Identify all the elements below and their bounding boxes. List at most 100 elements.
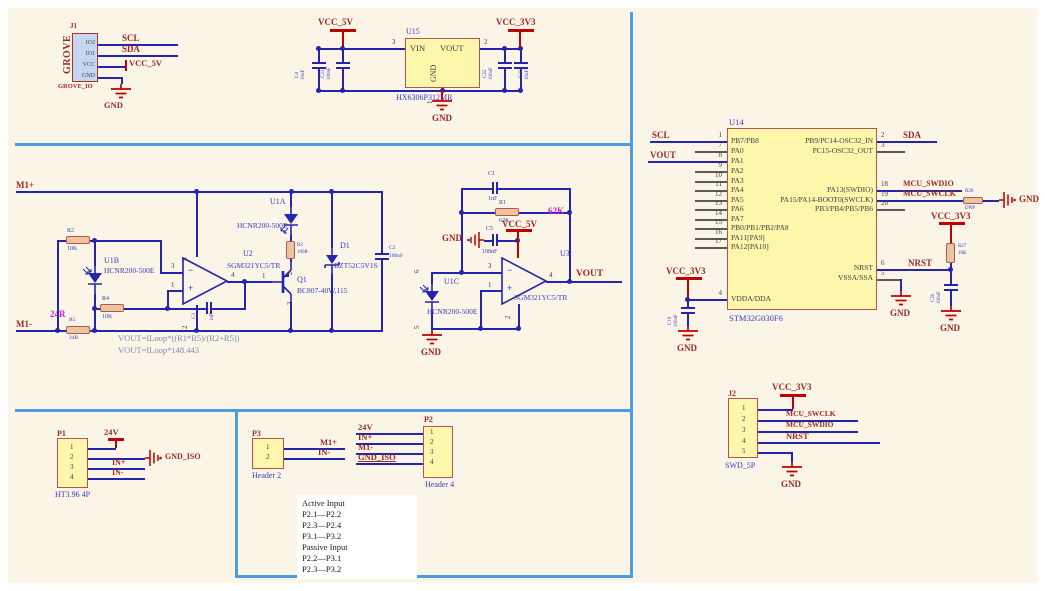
wire [290, 302, 292, 330]
wire [900, 279, 902, 291]
j1-pin-io1: IO1 [80, 51, 95, 57]
j2-pin: 3 [742, 427, 746, 434]
net-nrst-mcu: NRST [908, 259, 932, 268]
p2-pin: 2 [430, 439, 434, 446]
p2-pin: 3 [430, 449, 434, 456]
u14-pin-num: 9 [700, 162, 722, 169]
p1-part: HT3.96 4P [55, 491, 90, 499]
u15-pin3-num: 3 [392, 39, 396, 46]
wire [877, 141, 937, 143]
junction-dot [194, 189, 199, 194]
wire [57, 240, 66, 242]
u14-pin-num: 17 [700, 238, 722, 245]
u14-pin-name: PA3 [731, 177, 744, 185]
capacitor-plate [944, 284, 958, 286]
wire [98, 66, 126, 68]
net-inm-p3: IN- [318, 448, 330, 457]
c5-val: 100nF [482, 249, 497, 255]
p2-pin: 4 [430, 459, 434, 466]
u14-pin-num: 20 [881, 200, 888, 207]
u1c-pin6-num: 6 [414, 270, 421, 274]
wire [462, 188, 492, 190]
junction-dot [316, 46, 321, 51]
u2-ref: U2 [243, 250, 253, 258]
divider-horizontal-top [15, 143, 633, 146]
u1a-ref: U1A [270, 198, 286, 206]
j2-pin: 2 [742, 416, 746, 423]
wire [160, 272, 183, 274]
wire [758, 442, 880, 444]
wire [695, 247, 727, 249]
gnd-label-j1: GND [104, 101, 123, 110]
d1-part: BZT52C5V1S [334, 262, 378, 270]
u2-plus: + [188, 284, 193, 293]
resistor-r4[interactable] [100, 304, 124, 312]
rail-vcc5v-u15: VCC_5V [318, 18, 353, 27]
net-24v-p1: 24V [104, 428, 119, 437]
u15-vin-label: VIN [410, 44, 425, 53]
wire [498, 188, 570, 190]
c23-val: 10uF [525, 70, 530, 80]
j1-ref: J1 [70, 23, 77, 30]
u15-ref: U15 [406, 28, 420, 36]
resistor-r5[interactable] [66, 326, 90, 334]
q1-ref: Q1 [297, 276, 307, 284]
c5-ref: C5 [486, 226, 493, 232]
gnd-symbol-j2 [779, 462, 805, 478]
resistor-r26[interactable] [963, 197, 983, 204]
net-swclk-j2: MCU_SWCLK [786, 410, 836, 418]
d1-ref: D1 [340, 242, 350, 250]
j2-ref: J2 [728, 390, 736, 398]
p1-pin: 2 [70, 454, 74, 461]
wire [381, 260, 383, 330]
resistor-r1[interactable] [495, 208, 519, 216]
c1-val: 1nF [488, 196, 497, 202]
wire [167, 290, 169, 308]
r3-ref: R3 [297, 243, 303, 248]
power-rail-symbol [780, 394, 806, 397]
net-sda: SDA [122, 45, 140, 54]
note-line: Passive Input [302, 543, 348, 552]
net-inp-p1: IN+ [112, 459, 125, 467]
q1-part: BC807-40W,115 [297, 287, 348, 295]
u2-pin1-num: 1 [171, 282, 175, 289]
rail-vcc3v3-vdda: VCC_3V3 [666, 267, 706, 276]
p1-pin: 4 [70, 474, 74, 481]
j2-part: SWD_5P [725, 462, 755, 470]
u1b-ref: U1B [104, 257, 119, 265]
rail-vcc5v-amp2: VCC_5V [502, 220, 537, 229]
wire [16, 191, 383, 193]
resistor-r3[interactable] [286, 241, 295, 259]
power-rail-symbol [950, 225, 952, 243]
wire [569, 188, 571, 281]
wire [877, 279, 901, 281]
wire [90, 330, 383, 332]
u14-pin-name: PB9/PC14-OSC32_IN [700, 137, 873, 145]
u14-pin-name: NRST [700, 264, 873, 272]
u2-minus: − [188, 266, 193, 275]
net-24v-p2: 24V [358, 423, 373, 432]
wire [877, 151, 905, 153]
u3-ref: U3 [560, 250, 570, 258]
capacitor-plate [336, 62, 350, 64]
resistor-r2[interactable] [66, 236, 90, 244]
u15-pin2-num: 2 [484, 39, 488, 46]
r5-val: 24R [69, 336, 78, 342]
note-line: P2.1—P2.2 [302, 510, 341, 519]
u14-pin-name: VDDA/DDA [731, 295, 771, 303]
capacitor-plate [206, 302, 208, 314]
u3-pin4-num: 4 [549, 272, 553, 279]
u14-pin-num: 3 [881, 142, 885, 149]
resistor-r27[interactable] [946, 243, 955, 263]
u14-pin-name: PA12[PA10] [731, 243, 769, 251]
u14-pin-name: PB3/PB4/PB5/PB6 [700, 205, 873, 213]
c3-ref: C3 [192, 313, 197, 319]
wire [160, 240, 162, 272]
r26-ref: R26 [965, 189, 973, 194]
p2-connector[interactable] [423, 426, 453, 478]
u14-mcu[interactable] [727, 128, 877, 310]
u1c-pin5-num: 5 [414, 326, 421, 330]
wire [877, 209, 905, 211]
annotation-62k: 62K [548, 207, 564, 216]
capacitor-plate [375, 253, 389, 255]
